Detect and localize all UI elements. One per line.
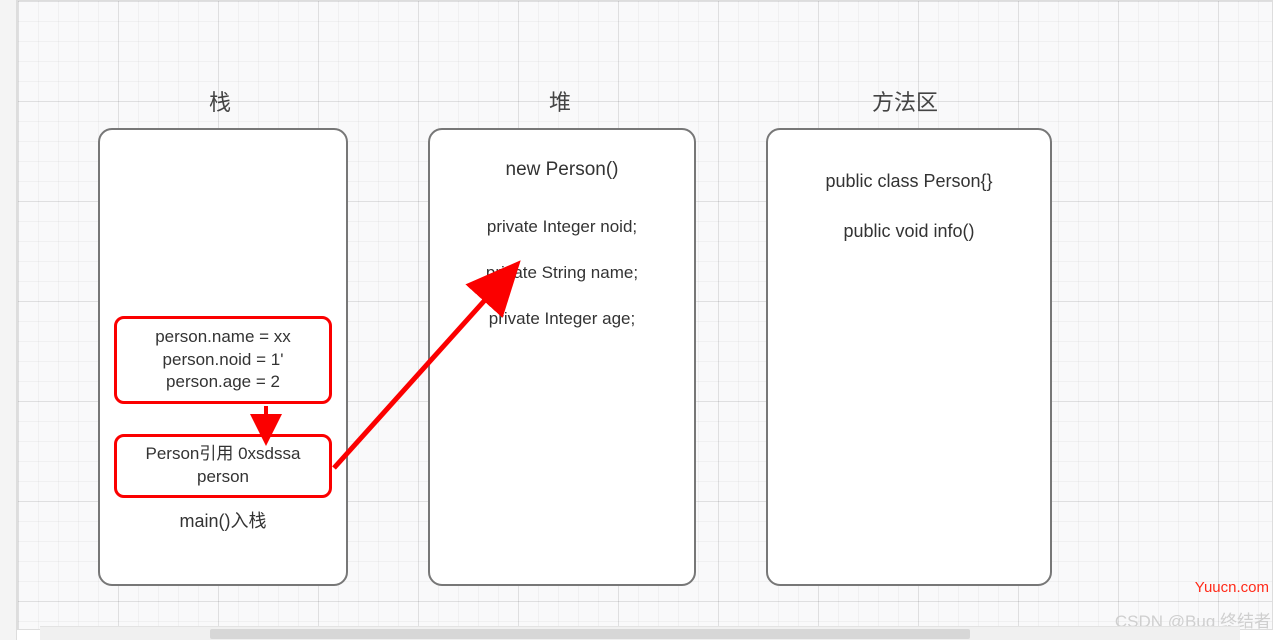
heap-field-noid: private Integer noid; [430, 216, 694, 238]
method-area-class: public class Person{} [768, 170, 1050, 193]
heap-box: new Person() private Integer noid; priva… [428, 128, 696, 586]
heap-title: 堆 [430, 85, 690, 117]
ref-line-1: Person引用 0xsdssa [146, 443, 301, 466]
method-area-title: 方法区 [775, 85, 1035, 117]
heap-field-name: private String name; [430, 262, 694, 284]
assign-line-1: person.name = xx [155, 326, 291, 349]
method-area-method: public void info() [768, 220, 1050, 243]
left-strip [0, 0, 17, 640]
method-area-box: public class Person{} public void info() [766, 128, 1052, 586]
heap-new-person: new Person() [430, 158, 694, 183]
assign-line-2: person.noid = 1' [163, 349, 284, 372]
stack-title: 栈 [90, 85, 350, 117]
stack-reference-box: Person引用 0xsdssa person [114, 434, 332, 498]
heap-field-age: private Integer age; [430, 308, 694, 330]
ref-line-2: person [197, 466, 249, 489]
horizontal-scrollbar-thumb[interactable] [210, 629, 970, 639]
main-label: main()入栈 [100, 510, 346, 533]
watermark-yuucn: Yuucn.com [1195, 579, 1269, 596]
stack-assignments-box: person.name = xx person.noid = 1' person… [114, 316, 332, 404]
horizontal-scrollbar[interactable] [40, 626, 1240, 640]
assign-line-3: person.age = 2 [166, 371, 280, 394]
